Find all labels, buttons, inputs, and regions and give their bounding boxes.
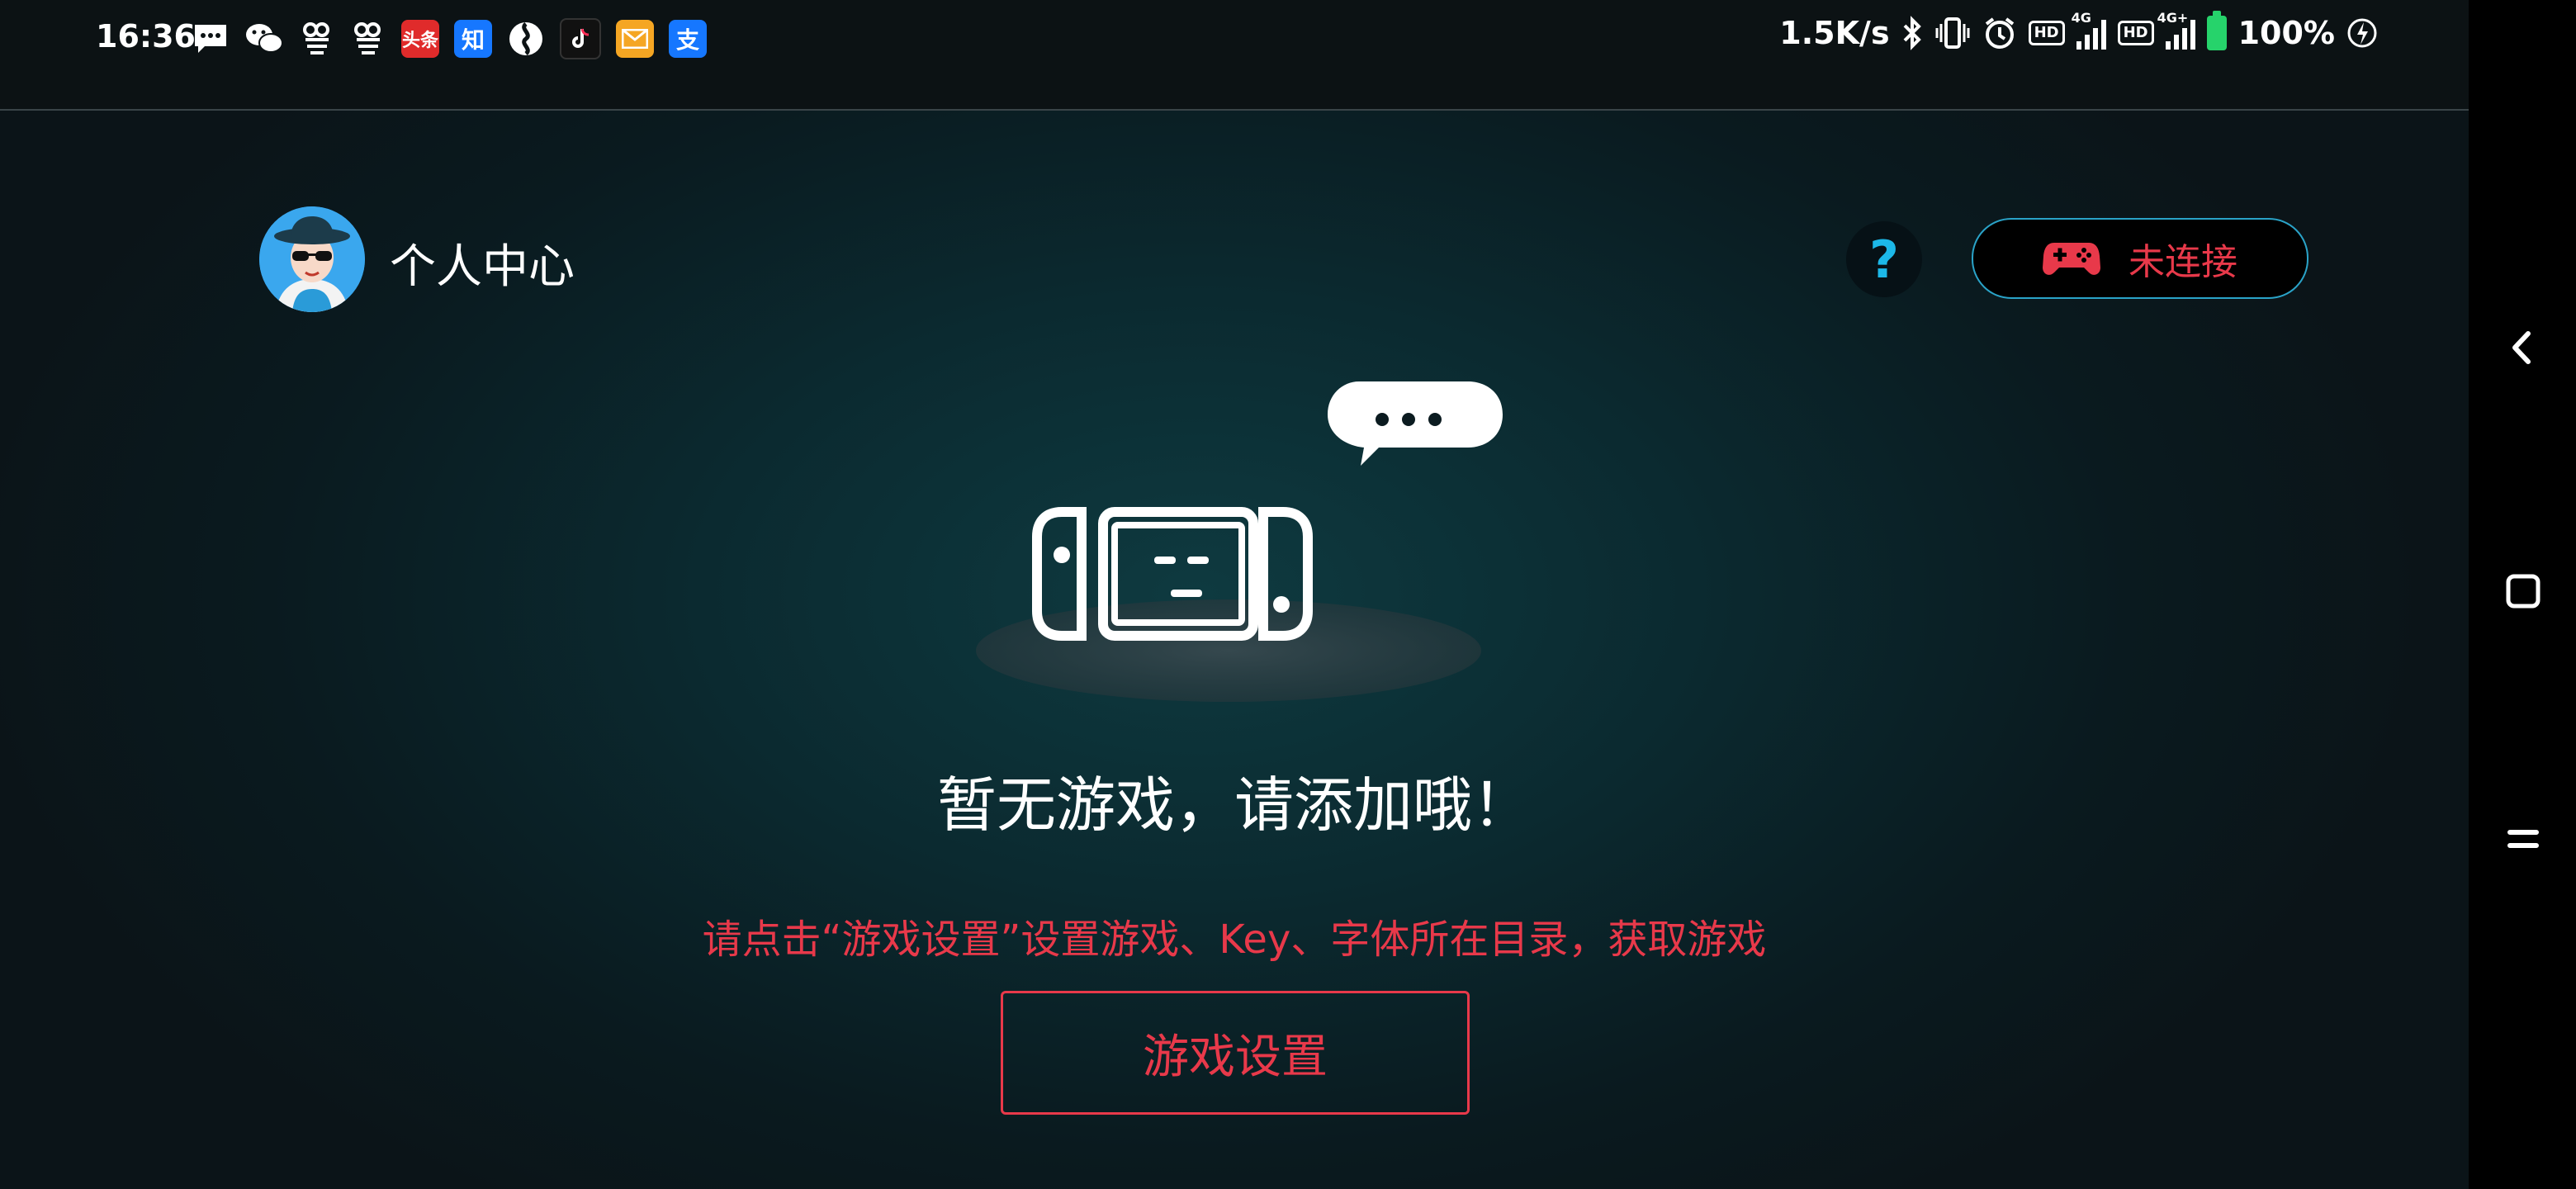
help-icon: ?	[1869, 229, 1899, 290]
app-screen: 16:36 头条 知 支 1.5K/s HD 4G HD 4G+ 100% 个人…	[0, 0, 2469, 1189]
status-time: 16:36	[96, 18, 196, 54]
connection-status-button[interactable]: 未连接	[1972, 218, 2308, 299]
gamepad-icon	[2043, 243, 2100, 275]
game-settings-button[interactable]: 游戏设置	[1001, 991, 1470, 1115]
message-icon	[195, 25, 226, 53]
hd-icon	[354, 22, 381, 54]
avatar[interactable]	[259, 206, 365, 312]
battery-icon	[2206, 11, 2227, 50]
signal-1: 4G	[2072, 10, 2106, 50]
vibrate-icon	[1935, 17, 1970, 49]
connection-status-label: 未连接	[2129, 241, 2237, 283]
charging-icon	[2347, 18, 2377, 48]
zhihu-icon: 知	[454, 20, 492, 58]
empty-state-title: 暂无游戏，请添加哦！	[936, 770, 1532, 840]
bluetooth-icon	[1903, 16, 1921, 50]
soul-icon	[509, 22, 542, 55]
battery-level: 100%	[2237, 15, 2335, 51]
toutiao-icon: 头条	[401, 20, 439, 58]
help-button[interactable]: ?	[1846, 221, 1922, 297]
profile-center-link[interactable]: 个人中心	[390, 230, 575, 296]
hd-icon	[303, 22, 329, 54]
back-icon[interactable]	[2508, 329, 2536, 367]
status-right: 1.5K/s HD 4G HD 4G+ 100%	[1779, 10, 2378, 51]
net-speed: 1.5K/s	[1779, 15, 1890, 51]
no-game-console-illustration	[976, 381, 1503, 702]
hd-badge: HD	[2028, 21, 2065, 45]
avatar-image	[259, 206, 365, 312]
home-icon[interactable]	[2505, 573, 2541, 609]
game-settings-label: 游戏设置	[1143, 1030, 1328, 1084]
notification-icons: 头条 知 支	[192, 18, 707, 59]
status-bar: 16:36 头条 知 支 1.5K/s HD 4G HD 4G+ 100%	[0, 0, 2469, 109]
tiktok-icon	[560, 18, 601, 59]
signal-2: 4G+	[2157, 10, 2195, 50]
speech-bubble-icon	[1328, 381, 1503, 466]
hd-badge: HD	[2117, 21, 2154, 45]
status-divider	[0, 109, 2469, 111]
wechat-icon	[246, 24, 283, 53]
system-nav-bar	[2469, 0, 2576, 1189]
alarm-icon	[1985, 17, 2014, 49]
empty-state-hint: 请点击“游戏设置”设置游戏、Key、字体所在目录，获取游戏	[702, 917, 1767, 963]
alipay-icon: 支	[669, 20, 707, 58]
mail-icon	[616, 20, 654, 58]
menu-icon[interactable]	[2507, 822, 2540, 855]
